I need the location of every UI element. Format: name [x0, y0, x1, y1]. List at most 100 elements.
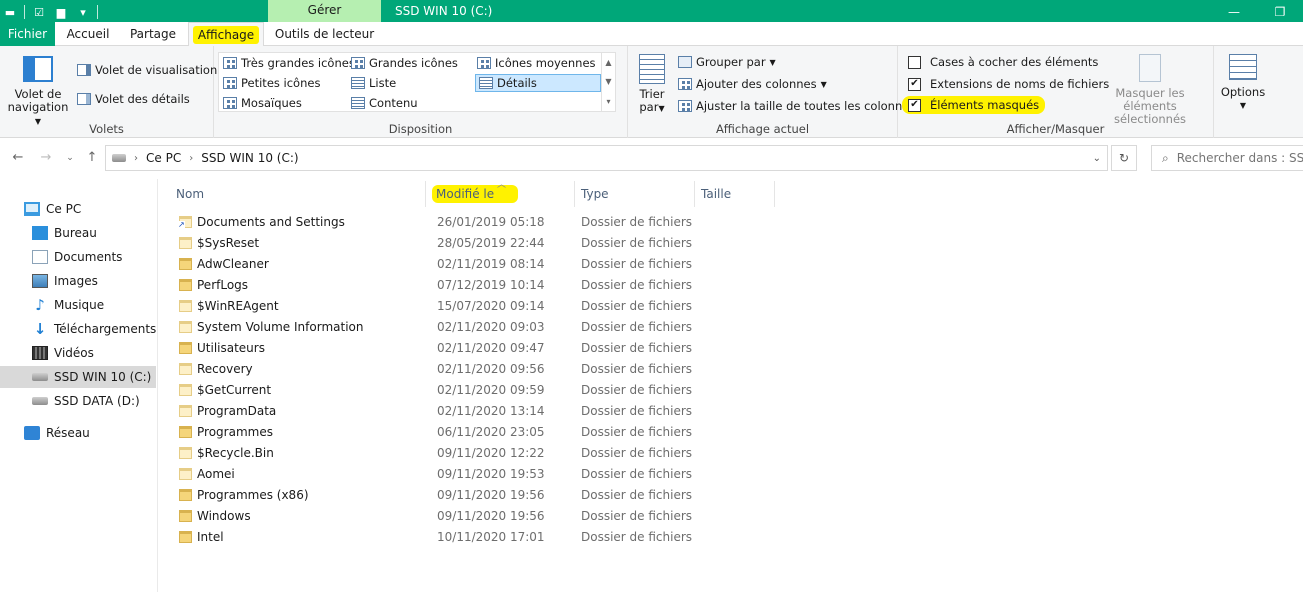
- nav-item-drive-d[interactable]: SSD DATA (D:): [32, 390, 140, 412]
- options-button[interactable]: Options ▼: [1218, 54, 1268, 112]
- nav-item-downloads[interactable]: ↓ Téléchargements: [32, 318, 157, 340]
- nav-item-label: Ce PC: [46, 202, 82, 216]
- breadcrumb-chevron-icon[interactable]: ›: [134, 153, 138, 164]
- table-row[interactable]: Aomei 09/11/2020 19:53 Dossier de fichiers: [170, 464, 870, 485]
- file-type: Dossier de fichiers: [581, 404, 693, 418]
- layout-large-icons[interactable]: Grandes icônes: [351, 56, 458, 70]
- column-header-name[interactable]: Nom: [176, 183, 204, 205]
- layout-medium-icons[interactable]: Icônes moyennes: [477, 56, 596, 70]
- maximize-icon[interactable]: ❐: [1257, 0, 1303, 24]
- table-row[interactable]: Recovery 02/11/2020 09:56 Dossier de fichi…: [170, 359, 870, 380]
- customize-toolbar-icon[interactable]: ▾: [75, 4, 91, 20]
- preview-pane-label: Volet de visualisation: [95, 63, 218, 77]
- group-by-button[interactable]: Grouper par ▼: [678, 55, 776, 69]
- nav-item-desktop[interactable]: Bureau: [32, 222, 97, 244]
- breadcrumb-drive[interactable]: SSD WIN 10 (C:): [201, 151, 298, 165]
- file-name: System Volume Information: [197, 320, 364, 334]
- layout-content[interactable]: Contenu: [351, 96, 418, 110]
- nav-item-drive-c[interactable]: SSD WIN 10 (C:): [0, 366, 156, 388]
- search-box[interactable]: ⌕: [1151, 145, 1303, 171]
- nav-item-music[interactable]: ♪ Musique: [32, 294, 104, 316]
- file-extensions-toggle[interactable]: ✔ Extensions de noms de fichiers: [908, 77, 1109, 91]
- layout-details[interactable]: Détails: [475, 74, 601, 92]
- nav-item-pictures[interactable]: Images: [32, 270, 98, 292]
- gallery-expand-icon[interactable]: ▾: [606, 97, 610, 106]
- table-row[interactable]: System Volume Information 02/11/2020 09:0…: [170, 317, 870, 338]
- column-separator[interactable]: [774, 181, 775, 207]
- tab-file[interactable]: Fichier: [0, 22, 55, 46]
- hide-selected-button[interactable]: Masquer les éléments sélectionnés: [1092, 54, 1208, 126]
- table-row[interactable]: Programmes (x86) 09/11/2020 19:56 Dossier …: [170, 485, 870, 506]
- address-dropdown-icon[interactable]: ⌄: [1093, 153, 1101, 164]
- column-header-size[interactable]: Taille: [701, 183, 731, 205]
- details-pane-button[interactable]: Volet des détails: [77, 92, 190, 106]
- nav-item-documents[interactable]: Documents: [32, 246, 122, 268]
- breadcrumb-this-pc[interactable]: Ce PC: [146, 151, 181, 165]
- column-separator[interactable]: [425, 181, 426, 207]
- file-type: Dossier de fichiers: [581, 257, 693, 271]
- search-input[interactable]: [1176, 151, 1303, 165]
- contextual-tab-manage[interactable]: Gérer: [268, 0, 381, 22]
- layout-gallery-scroll[interactable]: ▲ ▼ ▾: [601, 53, 615, 111]
- recent-locations-chevron-icon[interactable]: ⌄: [62, 150, 78, 166]
- tab-drive-tools[interactable]: Outils de lecteur: [268, 22, 381, 46]
- tab-view[interactable]: Affichage: [188, 22, 264, 46]
- file-date: 02/11/2020 09:59: [437, 383, 545, 397]
- address-bar[interactable]: › Ce PC › SSD WIN 10 (C:) ⌄: [105, 145, 1108, 171]
- preview-pane-button[interactable]: Volet de visualisation: [77, 63, 217, 77]
- table-row[interactable]: AdwCleaner 02/11/2019 08:14 Dossier de fic…: [170, 254, 870, 275]
- table-row[interactable]: Documents and Settings 26/01/2019 05:18 Do…: [170, 212, 870, 233]
- back-arrow-icon[interactable]: ←: [10, 150, 26, 166]
- table-row[interactable]: Windows 09/11/2020 19:56 Dossier de fichie…: [170, 506, 870, 527]
- column-header-type[interactable]: Type: [581, 183, 609, 205]
- hidden-items-toggle[interactable]: ✔ Éléments masqués: [902, 96, 1046, 114]
- medium-icons-icon: [477, 57, 491, 69]
- scroll-down-icon[interactable]: ▼: [605, 77, 611, 86]
- item-checkboxes-checkbox[interactable]: [908, 55, 921, 69]
- sort-by-button[interactable]: Trier par▼: [634, 54, 670, 115]
- table-row[interactable]: PerfLogs 07/12/2019 10:14 Dossier de fichi…: [170, 275, 870, 296]
- group-show-hide: Cases à cocher des éléments ✔ Extensions…: [898, 46, 1214, 138]
- table-row[interactable]: $SysReset 28/05/2019 22:44 Dossier de fich…: [170, 233, 870, 254]
- layout-list[interactable]: Liste: [351, 76, 396, 90]
- nav-item-label: Bureau: [54, 226, 97, 240]
- table-row[interactable]: $WinREAgent 15/07/2020 09:14 Dossier de fi…: [170, 296, 870, 317]
- column-separator[interactable]: [574, 181, 575, 207]
- nav-item-videos[interactable]: Vidéos: [32, 342, 94, 364]
- table-row[interactable]: Utilisateurs 02/11/2020 09:47 Dossier de f…: [170, 338, 870, 359]
- layout-small-icons[interactable]: Petites icônes: [223, 76, 320, 90]
- scroll-up-icon[interactable]: ▲: [605, 58, 611, 67]
- hidden-items-checkbox[interactable]: ✔: [908, 98, 921, 112]
- minimize-icon[interactable]: —: [1211, 0, 1257, 24]
- layout-content-label: Contenu: [369, 96, 418, 110]
- address-row: ← → ⌄ ↑ › Ce PC › SSD WIN 10 (C:) ⌄ ↻ ⌕: [0, 139, 1303, 179]
- file-name: $Recycle.Bin: [197, 446, 274, 460]
- forward-arrow-icon[interactable]: →: [38, 150, 54, 166]
- breadcrumb-chevron-icon[interactable]: ›: [189, 153, 193, 164]
- item-checkboxes-toggle[interactable]: Cases à cocher des éléments: [908, 55, 1098, 69]
- properties-icon[interactable]: ☑: [31, 4, 47, 20]
- table-row[interactable]: ProgramData 02/11/2020 13:14 Dossier de fi…: [170, 401, 870, 422]
- tab-home[interactable]: Accueil: [58, 22, 118, 46]
- file-name: Recovery: [197, 362, 253, 376]
- table-row[interactable]: Intel 10/11/2020 17:01 Dossier de fichiers: [170, 527, 870, 548]
- fit-columns-button[interactable]: Ajuster la taille de toutes les colonnes: [678, 99, 915, 113]
- up-arrow-icon[interactable]: ↑: [84, 150, 100, 166]
- file-extensions-checkbox[interactable]: ✔: [908, 77, 921, 91]
- refresh-button[interactable]: ↻: [1111, 145, 1137, 171]
- layout-tiles[interactable]: Mosaïques: [223, 96, 302, 110]
- table-row[interactable]: $Recycle.Bin 09/11/2020 12:22 Dossier de f…: [170, 443, 870, 464]
- nav-item-network[interactable]: Réseau: [24, 422, 90, 444]
- table-row[interactable]: Programmes 06/11/2020 23:05 Dossier de fic…: [170, 422, 870, 443]
- column-separator[interactable]: [694, 181, 695, 207]
- tab-share[interactable]: Partage: [121, 22, 185, 46]
- layout-extra-large-icons[interactable]: Très grandes icônes: [223, 56, 355, 70]
- nav-item-this-pc[interactable]: Ce PC: [24, 198, 81, 220]
- table-row[interactable]: $GetCurrent 02/11/2020 09:59 Dossier de fi…: [170, 380, 870, 401]
- add-columns-button[interactable]: Ajouter des colonnes ▼: [678, 77, 827, 91]
- navigation-pane-button[interactable]: Volet de navigation ▼: [4, 56, 72, 128]
- toolbar-separator: [24, 5, 25, 19]
- file-type: Dossier de fichiers: [581, 530, 693, 544]
- new-folder-icon[interactable]: ▆: [53, 4, 69, 20]
- layout-tiles-label: Mosaïques: [241, 96, 302, 110]
